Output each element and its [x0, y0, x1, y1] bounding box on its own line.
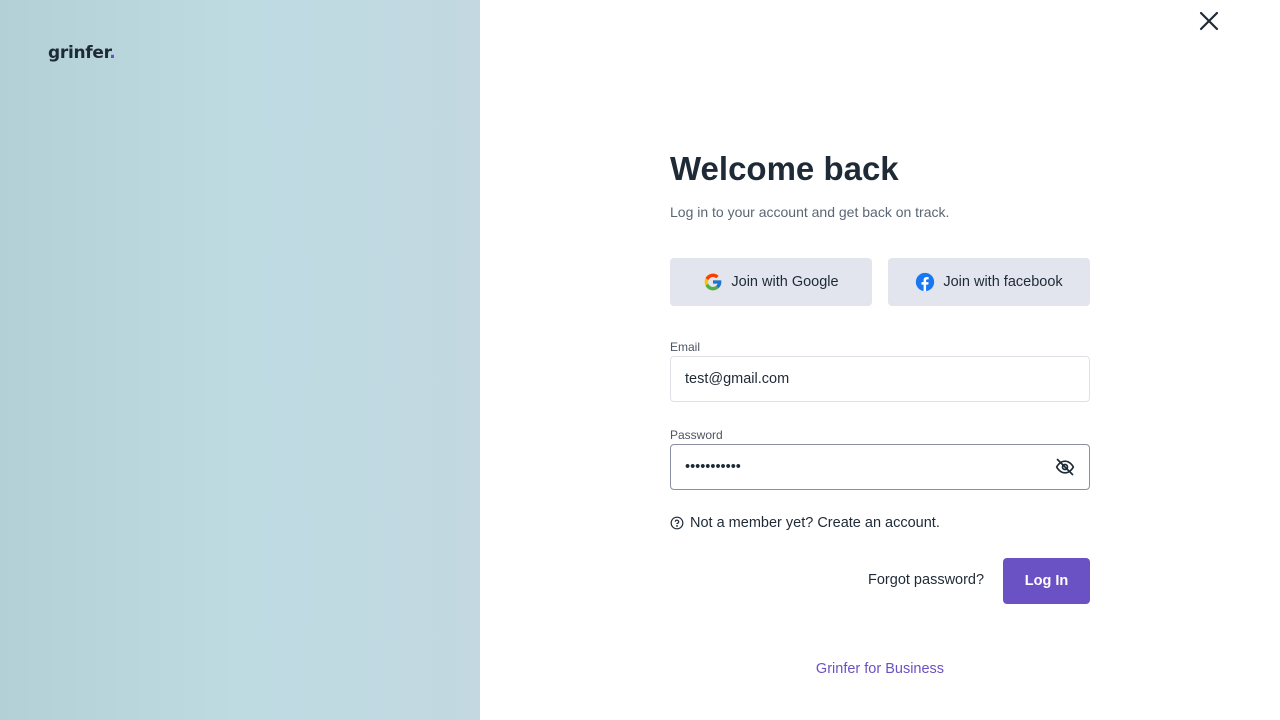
eye-off-icon [1055, 458, 1075, 476]
page-subtitle: Log in to your account and get back on t… [670, 204, 950, 220]
password-label: Password [670, 428, 723, 442]
page-title: Welcome back [670, 150, 899, 187]
logo-text: grinfer [48, 43, 110, 63]
password-field-wrapper [670, 444, 1090, 490]
close-button[interactable] [1196, 8, 1222, 34]
email-field[interactable] [685, 357, 1045, 401]
facebook-login-label: Join with facebook [943, 274, 1063, 290]
left-panel: grinfer. [0, 0, 480, 720]
create-account-link[interactable]: Not a member yet? Create an account. [670, 515, 940, 531]
logo-dot: . [109, 43, 116, 63]
facebook-login-button[interactable]: Join with facebook [888, 258, 1090, 306]
facebook-icon [916, 272, 935, 292]
help-circle-icon [670, 516, 684, 530]
login-button[interactable]: Log In [1003, 558, 1090, 604]
google-login-label: Join with Google [731, 274, 839, 290]
grinfer-for-business-link[interactable]: Grinfer for Business [670, 661, 1090, 677]
forgot-password-link[interactable]: Forgot password? [868, 572, 984, 588]
password-field[interactable] [685, 445, 1045, 489]
google-icon [705, 273, 722, 291]
email-field-wrapper [670, 356, 1090, 402]
toggle-password-visibility-button[interactable] [1055, 457, 1075, 477]
close-icon [1199, 11, 1219, 31]
google-login-button[interactable]: Join with Google [670, 258, 872, 306]
logo[interactable]: grinfer. [48, 43, 116, 63]
create-account-text: Not a member yet? Create an account. [690, 515, 940, 531]
email-label: Email [670, 340, 701, 354]
